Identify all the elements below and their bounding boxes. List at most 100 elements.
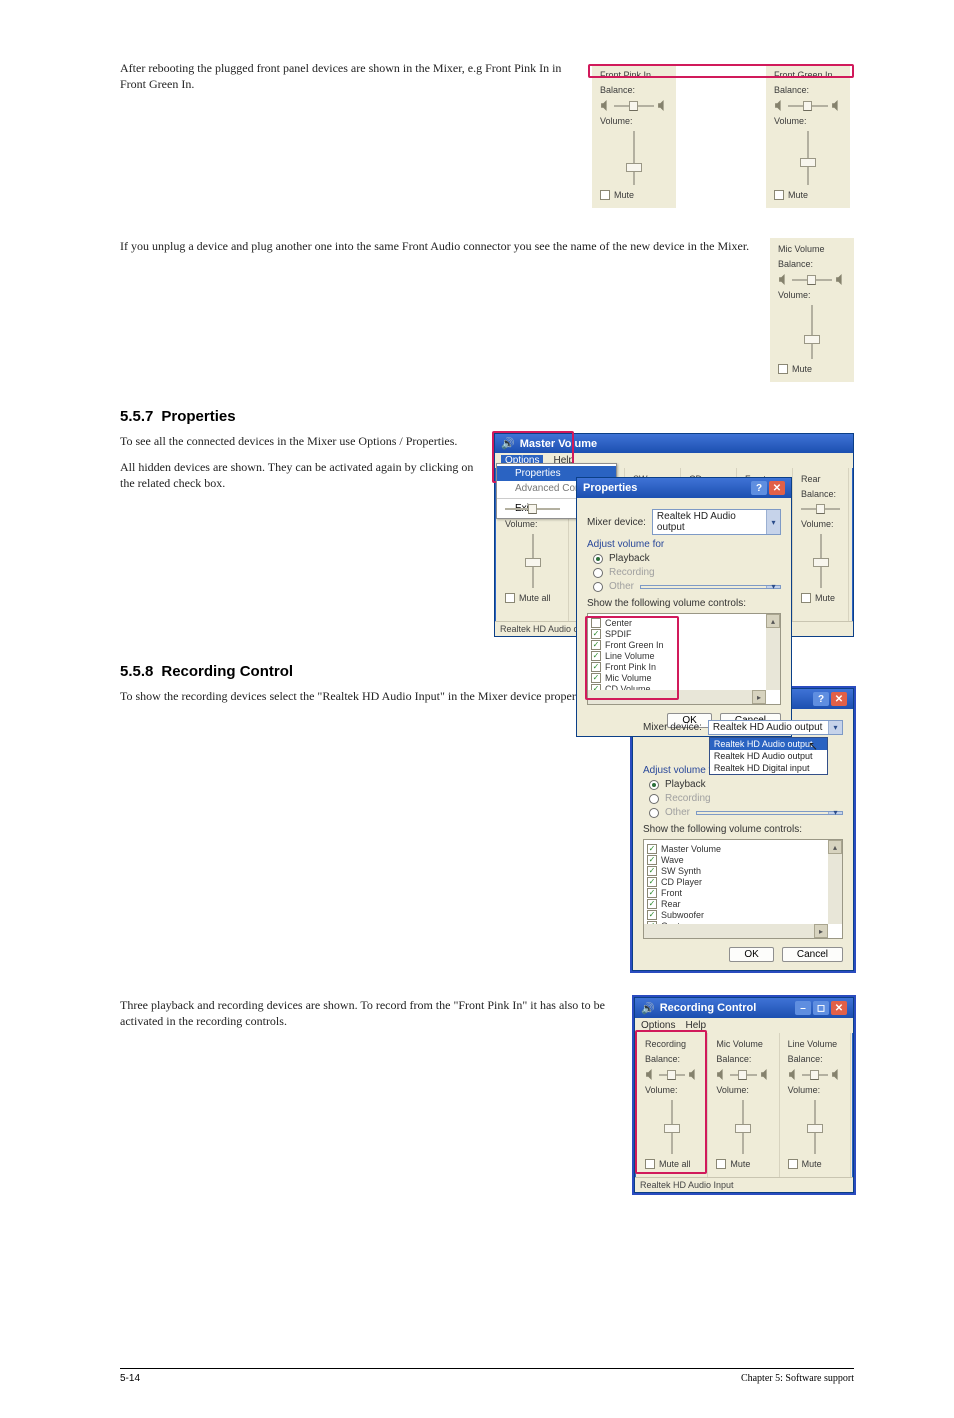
checkbox[interactable] <box>591 640 601 650</box>
volume-slider[interactable] <box>801 305 823 359</box>
list-item[interactable]: SPDIF <box>591 629 777 639</box>
list-item[interactable]: Rear <box>647 899 839 909</box>
checkbox[interactable] <box>591 618 601 628</box>
mute-checkbox[interactable] <box>505 593 515 603</box>
list-item[interactable]: Mic Volume <box>591 673 777 683</box>
mute-checkbox[interactable] <box>645 1159 655 1169</box>
mixer-device-label: Mixer device: <box>587 517 646 528</box>
vol-strip: RearBalance:Volume:Mute <box>793 468 849 621</box>
radio-playback[interactable] <box>593 554 603 564</box>
list-item[interactable]: Wave <box>647 855 839 865</box>
scroll-right-icon[interactable]: ▸ <box>752 690 766 704</box>
maximize-button[interactable]: ◻ <box>813 1001 829 1015</box>
strip-title: Rear <box>801 474 821 484</box>
radio-other-label: Other <box>609 581 634 592</box>
help-button[interactable]: ? <box>751 481 767 495</box>
list-item[interactable]: Front <box>647 888 839 898</box>
sec4-body2: Three playback and recording devices are… <box>120 997 616 1029</box>
menu-options[interactable]: Options <box>641 1020 675 1031</box>
checkbox[interactable] <box>647 910 657 920</box>
cancel-button[interactable]: Cancel <box>782 947 843 962</box>
volume-slider[interactable] <box>797 131 819 185</box>
dialog-title: Properties <box>583 482 637 494</box>
checkbox[interactable] <box>591 651 601 661</box>
volume-slider[interactable] <box>522 534 544 588</box>
minimize-button[interactable]: – <box>795 1001 811 1015</box>
speaker-right-icon <box>831 1069 842 1080</box>
heading-properties: 5.5.7Properties <box>120 408 854 425</box>
balance-slider[interactable] <box>659 1070 685 1080</box>
list-item[interactable]: Front Pink In <box>591 662 777 672</box>
mixer-device-combo[interactable]: Realtek HD Audio output ▾ Realtek HD Aud… <box>708 720 843 735</box>
checkbox[interactable] <box>647 855 657 865</box>
balance-slider[interactable] <box>802 1070 828 1080</box>
mute-checkbox[interactable] <box>788 1159 798 1169</box>
mute-label: Mute <box>802 1159 822 1169</box>
mixer-device-combo[interactable]: Realtek HD Audio output ▾ <box>652 509 781 535</box>
radio-playback[interactable] <box>649 780 659 790</box>
mixer-device-label: Mixer device: <box>643 722 702 733</box>
mute-checkbox[interactable] <box>600 190 610 200</box>
speaker-left-icon <box>600 100 611 111</box>
ok-button[interactable]: OK <box>729 947 773 962</box>
checkbox[interactable] <box>647 899 657 909</box>
radio-recording-label: Recording <box>665 793 711 804</box>
combo-value: Realtek HD Audio output <box>657 511 736 533</box>
list-item[interactable]: SW Synth <box>647 866 839 876</box>
volume-slider[interactable] <box>732 1100 754 1154</box>
scroll-up-icon[interactable]: ▴ <box>766 614 780 628</box>
list-item[interactable]: Front Green In <box>591 640 777 650</box>
speaker-left-icon <box>788 1069 799 1080</box>
sec1-body: After rebooting the plugged front panel … <box>120 60 570 92</box>
close-button[interactable]: ✕ <box>769 481 785 495</box>
window-recording-control: 🔊 Recording Control – ◻ ✕ Options Help R… <box>634 997 854 1193</box>
list-item-label: Line Volume <box>605 651 655 661</box>
list-item[interactable]: CD Player <box>647 877 839 887</box>
figure-front-jacks: Front Pink In Balance: Volume: Mute Fron… <box>588 60 854 212</box>
checkbox[interactable] <box>647 877 657 887</box>
scroll-up-icon[interactable]: ▴ <box>828 840 842 854</box>
mute-checkbox[interactable] <box>778 364 788 374</box>
list-item[interactable]: Line Volume <box>591 651 777 661</box>
help-button[interactable]: ? <box>813 692 829 706</box>
scroll-right-icon[interactable]: ▸ <box>814 924 828 938</box>
volume-slider[interactable] <box>804 1100 826 1154</box>
balance-slider[interactable] <box>614 101 654 111</box>
volume-slider[interactable] <box>661 1100 683 1154</box>
volume-label: Volume: <box>716 1085 749 1095</box>
list-item[interactable]: Subwoofer <box>647 910 839 920</box>
mute-checkbox[interactable] <box>774 190 784 200</box>
balance-slider[interactable] <box>792 275 832 285</box>
checkbox[interactable] <box>647 866 657 876</box>
vol-strip: Line VolumeBalance:Volume:Mute <box>780 1033 851 1177</box>
volume-controls-listbox[interactable]: Master VolumeWaveSW SynthCD PlayerFrontR… <box>643 839 843 939</box>
checkbox[interactable] <box>647 844 657 854</box>
volume-slider[interactable] <box>810 534 832 588</box>
balance-slider[interactable] <box>730 1070 756 1080</box>
dialog-properties-1: Properties ? ✕ Mixer device: Realtek HD … <box>576 477 792 737</box>
checkbox[interactable] <box>591 629 601 639</box>
other-combo: ▾ <box>696 811 843 815</box>
balance-slider[interactable] <box>788 101 828 111</box>
mute-checkbox[interactable] <box>801 593 811 603</box>
list-item[interactable]: Master Volume <box>647 844 839 854</box>
close-button[interactable]: ✕ <box>831 692 847 706</box>
speaker-right-icon <box>835 274 846 285</box>
dropdown-item[interactable]: Realtek HD Digital input <box>710 762 827 774</box>
balance-slider[interactable] <box>801 504 840 514</box>
checkbox[interactable] <box>647 888 657 898</box>
volume-label: Volume: <box>788 1085 821 1095</box>
volume-controls-listbox[interactable]: CenterSPDIFFront Green InLine VolumeFron… <box>587 613 781 705</box>
balance-label: Balance: <box>778 259 813 269</box>
list-item[interactable]: Center <box>591 618 777 628</box>
volume-slider[interactable] <box>623 131 645 185</box>
strip-title: Front Green In <box>774 70 833 80</box>
balance-label: Balance: <box>801 489 836 499</box>
checkbox[interactable] <box>591 662 601 672</box>
mute-checkbox[interactable] <box>716 1159 726 1169</box>
balance-slider[interactable] <box>505 504 560 514</box>
close-button[interactable]: ✕ <box>831 1001 847 1015</box>
menu-help[interactable]: Help <box>685 1020 706 1031</box>
checkbox[interactable] <box>591 673 601 683</box>
volume-label: Volume: <box>600 116 633 126</box>
